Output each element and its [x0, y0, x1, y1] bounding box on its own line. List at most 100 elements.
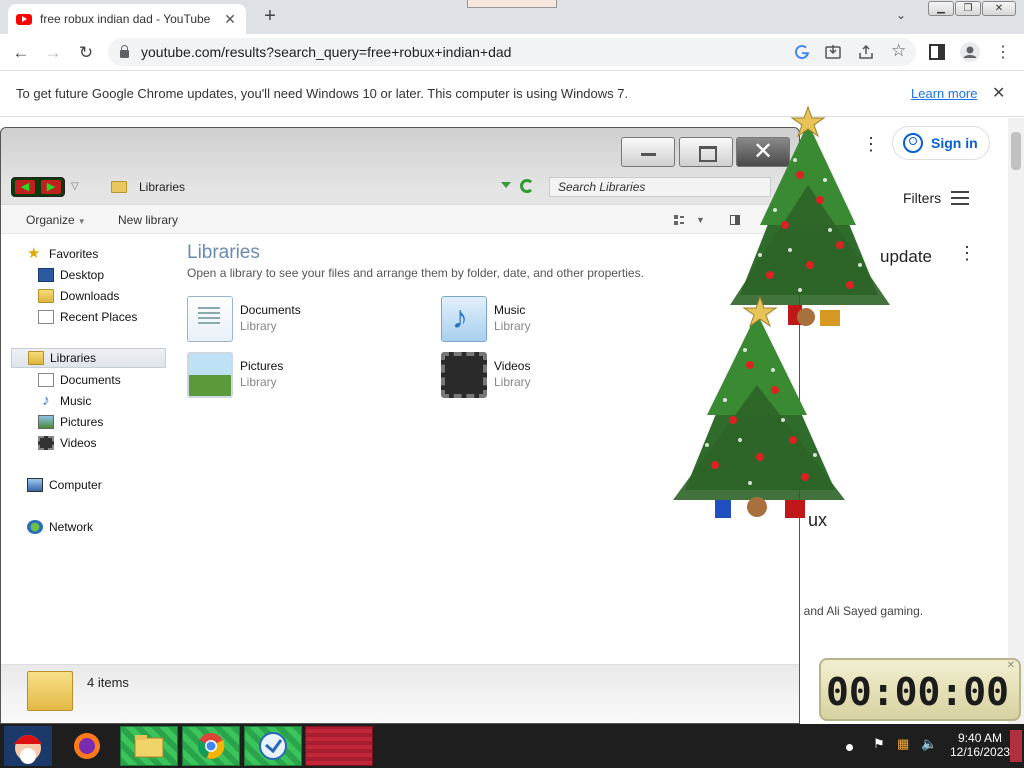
forward-arrow-icon[interactable]: →: [42, 42, 64, 64]
infobar-close-button[interactable]: ✕: [992, 83, 1005, 103]
show-desktop-button[interactable]: [1010, 730, 1022, 762]
back-arrow-icon[interactable]: ←: [10, 42, 32, 64]
clock-time: 00:00:00: [826, 670, 1010, 714]
window-minimize-button[interactable]: ▁: [928, 1, 954, 16]
back-arrow-icon[interactable]: ◀: [15, 180, 35, 194]
libraries-large-folder-icon: [27, 671, 73, 711]
nav-label: Network: [49, 520, 94, 534]
tray-notification-dot[interactable]: [846, 744, 853, 751]
red-taskbar-button[interactable]: [305, 726, 373, 766]
chrome-taskbar-button[interactable]: [182, 726, 240, 766]
library-name: Pictures: [240, 359, 284, 373]
network-icon: [27, 520, 43, 534]
floating-strip: [467, 0, 557, 8]
share-icon[interactable]: [858, 44, 874, 60]
lock-icon[interactable]: [120, 44, 129, 58]
tray-flag-icon[interactable]: ⚑: [873, 736, 885, 752]
recent-pages-chevron-icon[interactable]: ▽: [71, 181, 79, 192]
address-dropdown-icon[interactable]: [501, 182, 511, 188]
app-taskbar-button[interactable]: [244, 726, 302, 766]
music-library-icon: [441, 296, 487, 342]
tray-volume-icon[interactable]: 🔈: [921, 736, 937, 752]
nav-label: Pictures: [60, 415, 104, 429]
explorer-taskbar-button[interactable]: [120, 726, 178, 766]
start-button-santa-icon[interactable]: [4, 726, 52, 766]
nav-label: Computer: [49, 478, 102, 492]
videos-icon: [38, 436, 54, 450]
chrome-toolbar: ← → ↻ youtube.com/results?search_query=f…: [0, 34, 1024, 71]
nav-libraries[interactable]: Libraries: [11, 348, 166, 368]
forward-arrow-icon[interactable]: ▶: [41, 180, 61, 194]
tab-search-chevron-icon[interactable]: ⌄: [896, 8, 906, 22]
computer-icon: [27, 478, 43, 492]
nav-label: Videos: [60, 436, 97, 450]
chrome-icon: [197, 733, 225, 759]
filters-button[interactable]: Filters: [903, 190, 970, 206]
christmas-tree-gadget-bottom[interactable]: [645, 295, 865, 530]
nav-label: Documents: [60, 373, 121, 387]
explorer-address-bar[interactable]: Libraries: [107, 176, 541, 198]
scrollbar-thumb[interactable]: [1011, 132, 1021, 170]
youtube-scrollbar[interactable]: [1008, 118, 1024, 724]
tab-close-button[interactable]: ✕: [222, 11, 238, 28]
organize-button[interactable]: Organize ▼: [26, 213, 86, 227]
library-name: Documents: [240, 303, 301, 317]
nav-label: Downloads: [60, 289, 120, 303]
profile-avatar-icon[interactable]: [960, 42, 980, 62]
library-type: Library: [240, 375, 277, 389]
new-tab-button[interactable]: +: [258, 5, 282, 28]
video-menu-dots-icon[interactable]: ⋮: [958, 243, 976, 264]
tray-clock[interactable]: 9:40 AM 12/16/2023: [950, 731, 1010, 759]
library-pictures[interactable]: Pictures Library: [187, 352, 427, 402]
explorer-navbar: ◀ ▶ ▽ Libraries Search Libraries: [1, 175, 799, 201]
side-panel-icon[interactable]: [929, 44, 945, 60]
nav-label: Desktop: [60, 268, 105, 282]
documents-icon: [38, 373, 54, 387]
tray-network-icon[interactable]: ▦: [897, 736, 909, 752]
youtube-icon: [16, 13, 32, 25]
learn-more-link[interactable]: Learn more: [911, 86, 977, 101]
recent-places-icon: [38, 310, 54, 324]
view-options-icon[interactable]: [674, 215, 684, 225]
star-icon: ★: [27, 245, 41, 262]
library-type: Library: [494, 375, 531, 389]
videos-library-icon: [441, 352, 487, 398]
reload-icon[interactable]: ↻: [75, 42, 97, 64]
explorer-minimize-button[interactable]: [621, 137, 675, 167]
taskbar: [0, 724, 1024, 768]
video-channel-partial[interactable]: t and Ali Sayed gaming.: [797, 604, 923, 618]
library-documents[interactable]: Documents Library: [187, 296, 427, 346]
music-icon: ♪: [42, 392, 50, 409]
details-pane: 4 items: [1, 664, 799, 723]
libraries-folder-icon: [111, 181, 127, 193]
tab-title: free robux indian dad - YouTube: [40, 12, 211, 26]
clock-gadget[interactable]: 00:00:00 ✕: [819, 658, 1021, 721]
libraries-icon: [28, 351, 44, 365]
firefox-taskbar-icon[interactable]: [60, 726, 114, 766]
tray-date: 12/16/2023: [950, 745, 1011, 759]
infobar-message: To get future Google Chrome updates, you…: [16, 86, 629, 101]
bookmark-star-icon[interactable]: ☆: [891, 41, 906, 61]
chrome-menu-icon[interactable]: ⋮: [992, 42, 1014, 64]
nav-label: Music: [60, 394, 92, 408]
shield-app-icon: [259, 732, 287, 760]
window-restore-button[interactable]: ❐: [955, 1, 981, 16]
downloads-folder-icon: [38, 289, 54, 303]
library-name: Videos: [494, 359, 531, 373]
desktop-icon: [38, 268, 54, 282]
library-name: Music: [494, 303, 526, 317]
nav-label: Recent Places: [60, 310, 138, 324]
window-close-button[interactable]: ✕: [982, 1, 1016, 16]
address-url[interactable]: youtube.com/results?search_query=free+ro…: [141, 44, 511, 60]
gadget-close-icon[interactable]: ✕: [1007, 660, 1015, 671]
nav-back-forward[interactable]: ◀ ▶: [11, 177, 65, 197]
refresh-icon[interactable]: [520, 179, 534, 193]
breadcrumb[interactable]: Libraries: [139, 180, 185, 194]
google-icon[interactable]: [794, 44, 810, 60]
item-count: 4 items: [87, 675, 129, 690]
tab-youtube[interactable]: free robux indian dad - YouTube ✕: [8, 4, 246, 34]
install-icon[interactable]: [825, 44, 841, 60]
new-library-button[interactable]: New library: [118, 213, 178, 227]
command-bar: Organize ▼ New library ▼: [1, 204, 799, 234]
chrome-tab-strip: free robux indian dad - YouTube ✕ + ⌄ ▁ …: [0, 0, 1024, 34]
